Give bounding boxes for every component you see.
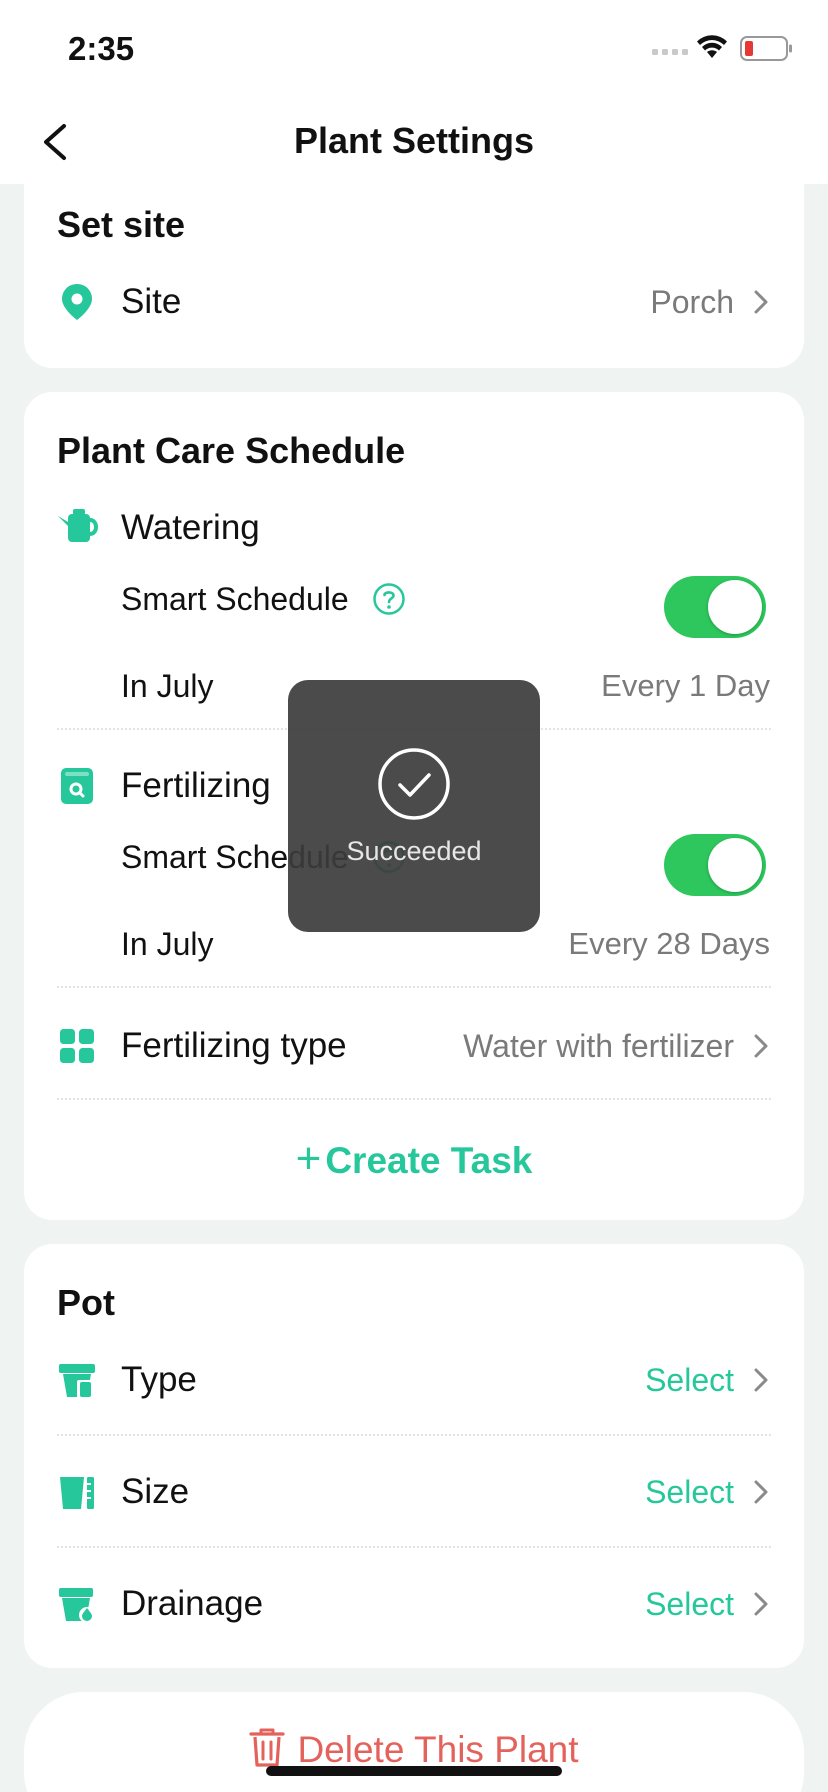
- pot-card: Pot Type Select Size Select Drainage Sel…: [24, 1244, 804, 1668]
- home-indicator: [266, 1766, 562, 1776]
- fertilizing-month-label: In July: [121, 926, 214, 962]
- watering-smart-schedule-toggle[interactable]: [664, 576, 766, 638]
- toggle-knob: [708, 838, 762, 892]
- pot-size-label: Size: [121, 1472, 190, 1511]
- pot-drop-icon: [59, 1588, 95, 1623]
- location-pin-icon: [62, 284, 92, 320]
- chevron-right-icon: [754, 1592, 768, 1616]
- divider: [57, 1098, 771, 1100]
- site-card: Set site Site Porch: [24, 172, 804, 368]
- wifi-icon: [697, 35, 727, 58]
- pot-section-title: Pot: [57, 1282, 115, 1323]
- toast-message: Succeeded: [346, 836, 482, 866]
- site-section-title: Set site: [57, 204, 186, 245]
- site-value: Porch: [650, 284, 734, 320]
- help-icon[interactable]: [372, 582, 406, 616]
- status-time: 2:35: [68, 30, 135, 67]
- fertilizing-label: Fertilizing: [121, 766, 271, 805]
- delete-card: Delete This Plant: [24, 1692, 804, 1792]
- watering-label: Watering: [121, 508, 260, 547]
- pot-drainage-value: Select: [645, 1586, 734, 1622]
- chevron-right-icon: [754, 290, 768, 314]
- delete-plant-button[interactable]: Delete This Plant: [24, 1728, 804, 1771]
- divider: [57, 1434, 771, 1436]
- create-task-button[interactable]: + Create Task: [24, 1134, 804, 1184]
- divider: [57, 1546, 771, 1548]
- page-title: Plant Settings: [293, 120, 535, 161]
- grid-icon: [60, 1029, 94, 1063]
- delete-plant-label: Delete This Plant: [297, 1729, 579, 1770]
- pot-size-value: Select: [645, 1474, 734, 1510]
- watering-smart-schedule-label: Smart Schedule: [121, 581, 349, 617]
- fertilizer-bag-icon: [61, 768, 93, 804]
- pot-icon: [59, 1364, 95, 1398]
- watering-can-icon: [58, 509, 98, 542]
- pot-drainage-label: Drainage: [121, 1584, 264, 1623]
- watering-frequency[interactable]: Every 1 Day: [601, 668, 770, 704]
- fertilizing-type-value: Water with fertilizer: [463, 1028, 734, 1064]
- trash-icon: [249, 1728, 286, 1767]
- fertilizing-frequency[interactable]: Every 28 Days: [568, 926, 770, 962]
- site-label: Site: [121, 282, 182, 321]
- status-bar: 2:35: [0, 0, 828, 100]
- success-toast: Succeeded: [288, 680, 540, 932]
- pot-ruler-icon: [60, 1477, 94, 1509]
- care-section-title: Plant Care Schedule: [57, 430, 406, 471]
- chevron-right-icon: [754, 1034, 768, 1058]
- chevron-right-icon: [754, 1480, 768, 1504]
- watering-month-label: In July: [121, 668, 214, 704]
- toggle-knob: [708, 580, 762, 634]
- divider: [57, 986, 771, 988]
- pot-type-value: Select: [645, 1362, 734, 1398]
- chevron-right-icon: [754, 1368, 768, 1392]
- fertilizing-smart-schedule-toggle[interactable]: [664, 834, 766, 896]
- create-task-label: Create Task: [325, 1140, 533, 1181]
- plus-icon: +: [295, 1134, 322, 1183]
- pot-type-label: Type: [121, 1360, 197, 1399]
- cellular-signal-icon: [652, 49, 688, 55]
- fertilizing-type-label: Fertilizing type: [121, 1026, 347, 1065]
- checkmark-circle-icon: [378, 748, 450, 820]
- battery-icon: [740, 36, 792, 61]
